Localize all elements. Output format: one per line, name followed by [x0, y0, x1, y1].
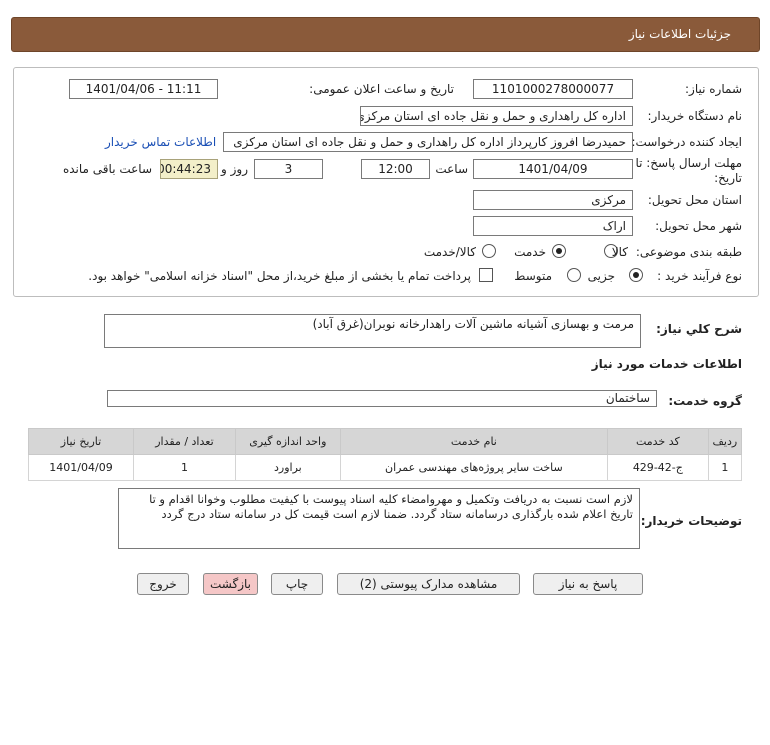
- category-goods-label: کالا: [611, 245, 628, 259]
- table-row: 1 ج-42-429 ساخت سایر پروژه‌های مهندسی عم…: [27, 454, 743, 481]
- category-service-label: خدمت: [514, 245, 546, 259]
- process-medium-label: متوسط: [514, 269, 552, 283]
- buyer-org-field: اداره کل راهداری و حمل و نقل جاده ای است…: [360, 106, 633, 126]
- col-service-name: نام خدمت: [339, 428, 608, 455]
- process-minor-radio[interactable]: [629, 268, 643, 282]
- city-field: اراک: [473, 216, 633, 236]
- print-button[interactable]: چاپ: [271, 573, 323, 595]
- province-field: مرکزی: [473, 190, 633, 210]
- process-label: نوع فرآیند خرید :: [657, 269, 742, 283]
- deadline-time-label: ساعت: [435, 162, 468, 176]
- summary-label: شرح کلي نياز:: [656, 322, 742, 336]
- province-label: استان محل تحویل:: [647, 193, 742, 207]
- deadline-label: مهلت ارسال پاسخ: تا تاریخ:: [635, 156, 742, 185]
- deadline-time-field: 12:00: [361, 159, 430, 179]
- deadline-date-field: 1401/04/09: [473, 159, 633, 179]
- view-attachments-button[interactable]: مشاهده مدارک پیوستی (2): [337, 573, 520, 595]
- summary-field: مرمت و بهسازی آشیانه ماشین آلات راهدارخا…: [104, 314, 641, 348]
- city-label: شهر محل تحویل:: [655, 219, 742, 233]
- page-header: جزئیات اطلاعات نیاز: [11, 17, 760, 52]
- cell-need-date: 1401/04/09: [27, 454, 135, 481]
- buyer-notes-label: توضیحات خریدار:: [640, 514, 742, 528]
- services-table-header: ردیف کد خدمت نام خدمت واحد اندازه گیری ت…: [27, 428, 743, 455]
- col-service-code: کد خدمت: [606, 428, 709, 455]
- col-need-date: تاریخ نیاز: [27, 428, 135, 455]
- category-goods-service-radio[interactable]: [482, 244, 496, 258]
- service-group-field: ساختمان: [107, 390, 657, 407]
- buyer-notes-field: لازم است نسبت به دریافت وتکمیل و مهروامض…: [118, 488, 640, 549]
- back-button[interactable]: بازگشت: [203, 573, 258, 595]
- category-goods-service-label: کالا/خدمت: [423, 245, 476, 259]
- cell-quantity: 1: [133, 454, 236, 481]
- page-title: جزئیات اطلاعات نیاز: [628, 27, 731, 41]
- days-label: روز و: [221, 162, 248, 176]
- requester-label: ایجاد کننده درخواست:: [631, 135, 742, 149]
- process-minor-label: جزیی: [587, 269, 615, 283]
- remaining-time-field: 00:44:23: [160, 159, 218, 179]
- category-label: طبقه بندی موضوعی:: [635, 245, 742, 259]
- reply-button[interactable]: پاسخ به نیاز: [533, 573, 643, 595]
- remaining-label: ساعت باقی مانده: [62, 162, 152, 176]
- need-number-label: شماره نیاز:: [685, 82, 742, 96]
- announce-label: تاریخ و ساعت اعلان عمومی:: [309, 82, 454, 96]
- days-field: 3: [254, 159, 323, 179]
- cell-unit: براورد: [234, 454, 341, 481]
- cell-service-name: ساخت سایر پروژه‌های مهندسی عمران: [339, 454, 608, 481]
- buyer-contact-link[interactable]: اطلاعات تماس خریدار: [105, 135, 216, 149]
- cell-service-code: ج-42-429: [606, 454, 709, 481]
- need-number-field: 1101000278000077: [473, 79, 633, 99]
- payment-note: پرداخت تمام یا بخشی از مبلغ خرید،از محل …: [88, 269, 471, 283]
- service-group-label: گروه خدمت:: [668, 394, 742, 408]
- exit-button[interactable]: خروج: [137, 573, 189, 595]
- col-row-number: ردیف: [707, 428, 743, 455]
- col-unit: واحد اندازه گیری: [234, 428, 341, 455]
- category-service-radio[interactable]: [552, 244, 566, 258]
- cell-row-number: 1: [707, 454, 743, 481]
- requester-field: حمیدرضا افروز کارپرداز اداره کل راهداری …: [223, 132, 633, 152]
- buyer-org-label: نام دستگاه خریدار:: [647, 109, 743, 123]
- services-section-title: اطلاعات خدمات مورد نیاز: [591, 357, 742, 371]
- col-quantity: تعداد / مقدار: [133, 428, 236, 455]
- treasury-payment-checkbox[interactable]: [479, 268, 493, 282]
- process-medium-radio[interactable]: [567, 268, 581, 282]
- services-table: ردیف کد خدمت نام خدمت واحد اندازه گیری ت…: [27, 428, 743, 481]
- announce-datetime-field: 1401/04/06 - 11:11: [69, 79, 218, 99]
